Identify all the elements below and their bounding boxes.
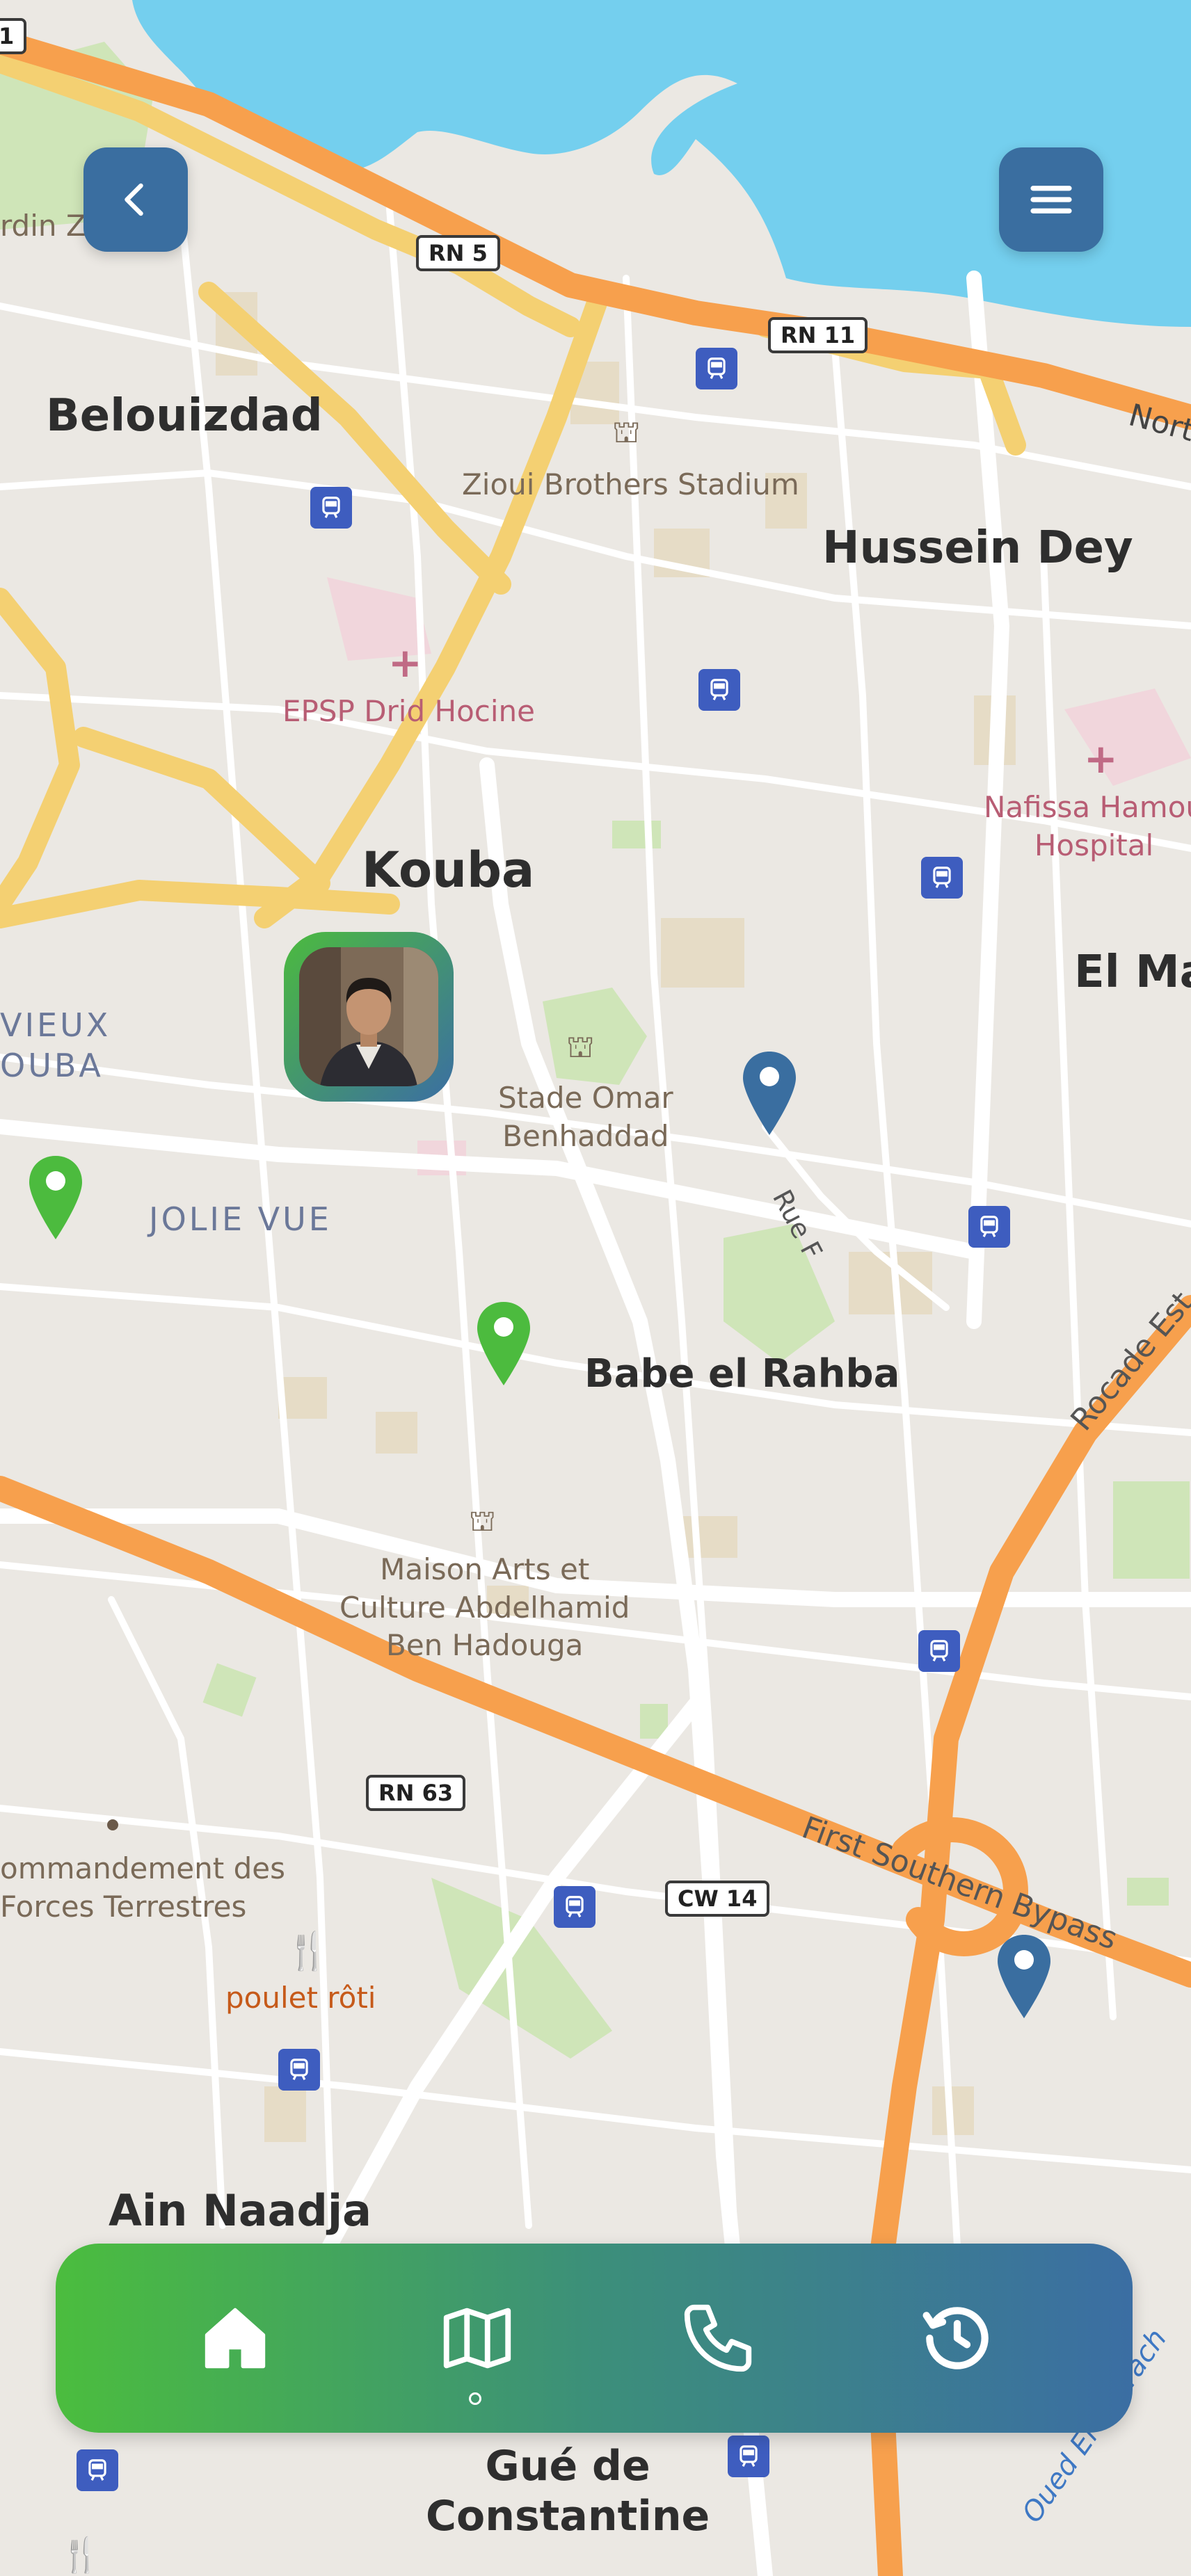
poi-label-maison-arts: Maison Arts et Culture Abdelhamid Ben Ha…	[339, 1552, 630, 1663]
hospital-icon: +	[388, 639, 422, 686]
history-icon	[922, 2307, 989, 2369]
place-label-belouizdad: Belouizdad	[46, 390, 323, 442]
poi-label-nafissa-hamou: Nafissa Hamou Hospital	[984, 790, 1191, 862]
road-shield-cw14: CW 14	[665, 1881, 770, 1917]
tram-station-icon[interactable]	[310, 487, 352, 529]
avatar	[299, 947, 438, 1086]
district-label-vieux-kouba: VIEUX OUBA	[0, 1006, 111, 1084]
nav-map-button[interactable]	[429, 2289, 526, 2387]
tram-station-icon[interactable]	[278, 2049, 320, 2091]
chevron-left-icon	[125, 183, 143, 216]
map-pin-blue[interactable]	[996, 1933, 1052, 2020]
road-shield-rn63: RN 63	[366, 1775, 466, 1811]
user-location-marker[interactable]	[284, 932, 454, 1102]
road-shield-edge: 1	[0, 18, 27, 54]
nav-history-button[interactable]	[909, 2289, 1006, 2387]
museum-icon: ⛫	[469, 1504, 496, 1538]
restaurant-icon: 🍴	[60, 2536, 102, 2575]
poi-dot-icon	[107, 1819, 118, 1830]
hamburger-menu-icon	[1030, 186, 1072, 214]
place-label-el-ma: El Ma	[1074, 947, 1191, 998]
poi-label-zioui-stadium: Zioui Brothers Stadium	[462, 467, 799, 501]
phone-icon	[684, 2304, 752, 2372]
home-icon	[205, 2308, 266, 2369]
stadium-icon: ⛫	[566, 1029, 595, 1065]
map-pin-blue[interactable]	[742, 1050, 797, 1136]
district-label-jolie-vue: JOLIE VUE	[149, 1200, 332, 1238]
hospital-icon: +	[1084, 735, 1118, 782]
stadium-icon: ⛫	[612, 414, 641, 450]
map-icon	[443, 2308, 511, 2369]
road-shield-rn11: RN 11	[768, 317, 868, 353]
tram-station-icon[interactable]	[728, 2436, 769, 2477]
menu-button[interactable]	[999, 147, 1103, 252]
map-pin-green[interactable]	[28, 1154, 83, 1241]
nav-home-button[interactable]	[186, 2289, 284, 2387]
active-tab-indicator	[469, 2392, 481, 2405]
tram-station-icon[interactable]	[77, 2449, 118, 2491]
road-label-rocade-est: Rocade Est	[1064, 1285, 1191, 1438]
nav-call-button[interactable]	[669, 2289, 767, 2387]
tram-station-icon[interactable]	[554, 1886, 596, 1928]
bottom-nav-bar	[56, 2244, 1133, 2433]
map-pin-green[interactable]	[476, 1301, 531, 1387]
poi-label-epsp-drid-hocine: EPSP Drid Hocine	[282, 694, 535, 728]
poi-label-poulet-roti: poulet rôti	[225, 1981, 376, 2015]
tram-station-icon[interactable]	[968, 1206, 1010, 1248]
tram-station-icon[interactable]	[921, 857, 963, 899]
restaurant-icon: 🍴	[285, 1931, 330, 1972]
poi-label-stade-omar: Stade Omar Benhaddad	[498, 1081, 673, 1153]
poi-label-commandement: ommandement des Forces Terrestres	[0, 1851, 285, 1924]
tram-station-icon[interactable]	[918, 1630, 960, 1672]
place-label-gue-de-constantine: Gué de Constantine	[426, 2442, 710, 2541]
place-label-kouba: Kouba	[362, 842, 535, 899]
place-label-babe-el-rahba: Babe el Rahba	[584, 1351, 900, 1396]
road-shield-rn5: RN 5	[416, 235, 500, 271]
back-button[interactable]	[83, 147, 188, 252]
tram-station-icon[interactable]	[696, 348, 737, 389]
place-label-hussein-dey: Hussein Dey	[822, 522, 1133, 574]
park-omar	[543, 988, 647, 1085]
place-label-ain-naadja: Ain Naadja	[109, 2185, 371, 2236]
tram-station-icon[interactable]	[698, 669, 740, 711]
